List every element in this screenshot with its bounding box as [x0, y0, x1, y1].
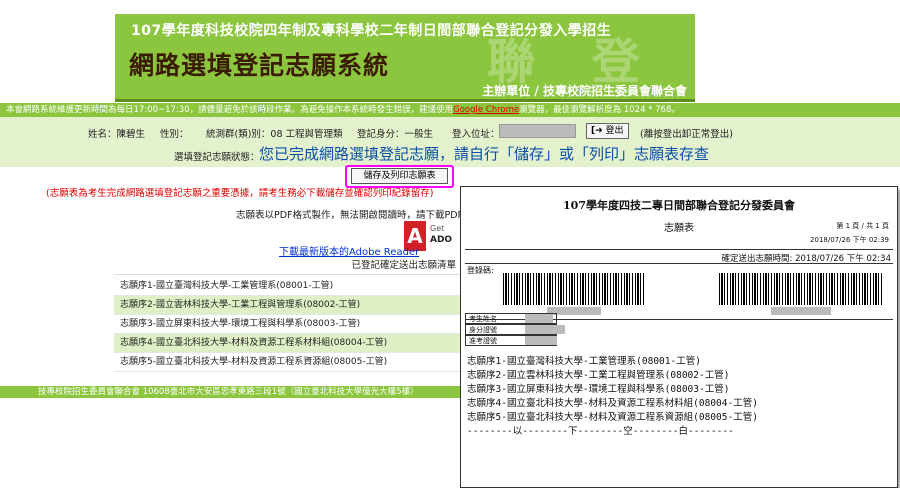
user-gender: 性別： [160, 129, 189, 140]
list-item: 志願序2-國立雲林科技大學-工業工程與管理系(08002-工管) [114, 296, 460, 315]
application-form-preview: 107學年度四技二專日間部聯合登記分發委員會 志願表 第 1 頁 / 共 1 頁… [460, 186, 898, 488]
pdf-note: 志願表以PDF格式製作，無法開啟閱讀時，請下載PDF [236, 210, 464, 221]
preview-reg-label: 登錄碼: [467, 266, 494, 275]
preview-choice-row: 志願序5-國立臺北科技大學-材料及資源工程系資源組(08005-工管) [467, 412, 758, 423]
login-ip-value [499, 124, 576, 138]
chrome-link[interactable]: Google Chrome [453, 105, 519, 115]
logout-button[interactable]: [➜ 登出 [586, 123, 629, 139]
footer-bar: 技專校院招生委員會聯合會 10608臺北市大安區忠孝東路三段1號（國立臺北科技大… [0, 386, 460, 398]
field-id-value [525, 325, 565, 334]
user-group: 統測群(類)別：08 工程與管理類 [206, 129, 343, 140]
logout-icon: [➜ [591, 126, 603, 136]
preview-choice-row: 志願序1-國立臺灣科技大學-工業管理系(08001-工管) [467, 356, 701, 367]
login-ip-label: 登入位址： [452, 129, 500, 140]
preview-choice-row: 志願序4-國立臺北科技大學-材料及資源工程系材料組(08004-工管) [467, 398, 758, 409]
notice-text-after: 瀏覽器，最佳瀏覽解析度為 1024 * 768。 [519, 105, 680, 115]
status-message: 您已完成網路選填登記志願，請自行「儲存」或「列印」志願表存查 [259, 145, 710, 163]
maintenance-notice: 本會網路系統維護更新時間為每日17:00~17:30，請儘量避免於該時段作業。為… [0, 103, 900, 117]
preview-end-line: --------以--------下--------空--------白----… [467, 426, 734, 437]
save-print-button[interactable]: 儲存及列印志願表 [351, 168, 448, 184]
adobe-name-label: ADO [430, 235, 453, 245]
logout-note: (離按登出卸正常登出) [640, 129, 733, 140]
header-banner: 107學年度科技校院四年制及專科學校二年制日間部聯合登記分發入學招生 網路選填登… [115, 14, 695, 102]
preview-divider [465, 263, 893, 264]
barcode-right [719, 273, 883, 305]
preview-choice-row: 志願序2-國立雲林科技大學-工業工程與管理系(08002-工管) [467, 370, 730, 381]
adobe-get-label: Get [430, 224, 445, 233]
list-item: 志願序4-國立臺北科技大學-材料及資源工程系材料組(08004-工管) [114, 334, 460, 353]
list-item: 志願序3-國立屏東科技大學-環境工程與科學系(08003-工管) [114, 315, 460, 334]
list-item: 志願序1-國立臺灣科技大學-工業管理系(08001-工管) [114, 277, 460, 296]
preview-choice-row: 志願序3-國立屏東科技大學-環境工程與科學系(08003-工管) [467, 384, 730, 395]
preview-page-number: 第 1 頁 / 共 1 頁 [836, 222, 889, 230]
user-name: 姓名：陳碧生 [88, 129, 146, 140]
choice-list-header: 已登記確定送出志願清單 [114, 256, 460, 275]
page-title: 網路選填登記志願系統 [129, 51, 390, 80]
preview-divider [465, 249, 893, 250]
organizer-label: 主辦單位 / 技專校院招生委員會聯合會 [482, 84, 687, 98]
notice-text: 本會網路系統維護更新時間為每日17:00~17:30，請儘量避免於該時段作業。為… [6, 105, 454, 115]
list-item: 志願序5-國立臺北科技大學-材料及資源工程系資源組(08005-工管) [114, 353, 460, 372]
banner-divider [115, 99, 695, 102]
field-name-value [525, 314, 553, 323]
barcode-left [503, 273, 645, 305]
preview-print-date: 2018/07/26 下午 02:39 [810, 236, 889, 244]
barcode-right-caption [771, 307, 831, 315]
field-exam-value [525, 336, 557, 345]
preview-subtitle: 志願表 [664, 223, 694, 234]
status-label: 選填登記志願狀態： [174, 152, 260, 163]
preview-title: 107學年度四技二專日間部聯合登記分發委員會 [563, 199, 795, 212]
user-identity: 登記身分：一般生 [357, 129, 434, 140]
warning-text: (志願表為考生完成網路選填登記志願之重要憑據，請考生務必下載儲存並確認列印紀錄留… [46, 188, 434, 199]
